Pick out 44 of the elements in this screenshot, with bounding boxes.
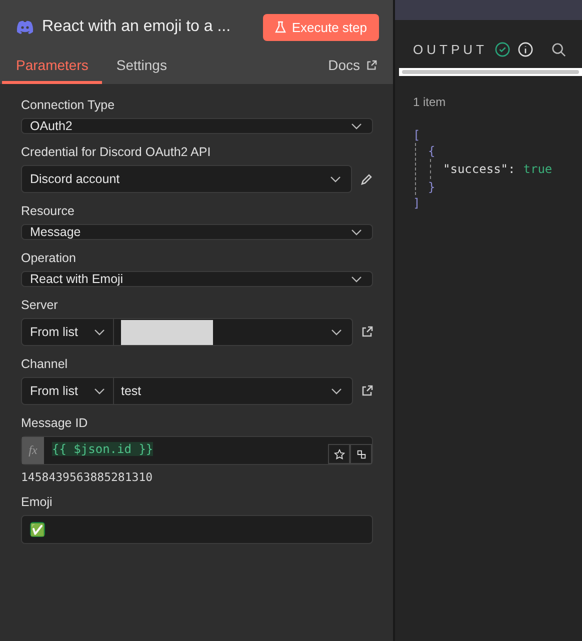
- scrollbar[interactable]: [399, 68, 582, 76]
- select-field[interactable]: Discord account: [21, 165, 352, 193]
- field-label: Channel: [21, 357, 69, 371]
- select-field[interactable]: OAuth2: [21, 118, 373, 134]
- field-label: Connection Type: [21, 98, 116, 112]
- expression-field[interactable]: fx {{ $json.id }}: [21, 436, 373, 465]
- star-icon: [334, 448, 344, 460]
- star-button[interactable]: [328, 444, 350, 464]
- field-label: Emoji: [21, 495, 54, 509]
- select-field[interactable]: Message: [21, 224, 373, 240]
- tab[interactable]: Settings: [102, 57, 181, 84]
- external-link-icon: [366, 60, 377, 70]
- chevron-down-icon: [351, 276, 362, 282]
- fx-label: fx: [22, 437, 44, 464]
- item-count: 1 item: [413, 95, 447, 109]
- field-label: Message ID: [21, 416, 89, 430]
- game-controller-icon: [16, 20, 34, 34]
- external-link-icon[interactable]: [361, 326, 373, 338]
- json-bracket: [: [413, 127, 422, 143]
- expand-icon: [356, 448, 366, 460]
- json-key: "success":: [443, 161, 516, 177]
- tab[interactable]: Parameters: [2, 57, 102, 84]
- select-field[interactable]: React with Emoji: [21, 271, 373, 287]
- node-title: React with an emoji to a ...: [42, 18, 232, 36]
- field-label: Server: [21, 298, 59, 312]
- output-title: OUTPUT: [413, 42, 488, 56]
- field-label: Operation: [21, 251, 77, 265]
- chevron-down-icon: [351, 228, 362, 236]
- chevron-down-icon: [330, 176, 341, 182]
- json-bracket: ]: [413, 195, 422, 211]
- json-value: true: [523, 161, 552, 177]
- chevron-down-icon: [351, 122, 362, 130]
- pencil-icon[interactable]: [360, 172, 373, 186]
- docs-link[interactable]: Docs: [328, 57, 377, 84]
- field-label: Resource: [21, 204, 76, 218]
- field-label: Credential for Discord OAuth2 API: [21, 145, 212, 159]
- json-bracket: {: [428, 143, 436, 159]
- external-link-icon[interactable]: [361, 385, 373, 397]
- expand-button[interactable]: [350, 444, 372, 464]
- search-icon[interactable]: [551, 42, 566, 56]
- flask-icon: [274, 21, 286, 33]
- json-bracket: }: [428, 179, 436, 195]
- info-icon[interactable]: [518, 42, 534, 56]
- expression-result: 1458439563885281310: [21, 470, 154, 484]
